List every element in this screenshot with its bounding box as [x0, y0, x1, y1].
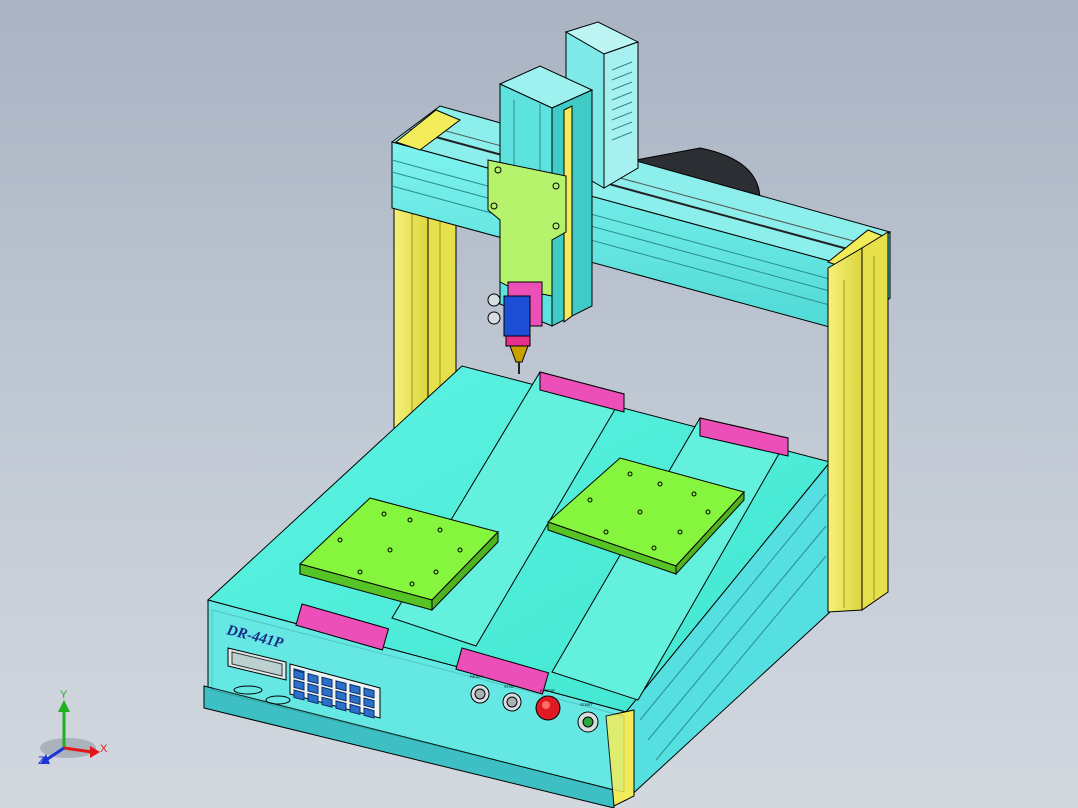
button-label-estop: E-STOP	[540, 688, 555, 693]
cad-scene[interactable]: DR-441P RESET STOP E-STOP START Y X Z	[0, 0, 1078, 808]
button-label-start: START	[580, 702, 593, 707]
button-label-reset: RESET	[470, 674, 484, 679]
coordinate-triad[interactable]: Y X Z	[38, 689, 108, 767]
triad-label-z: Z	[38, 755, 45, 767]
triad-label-x: X	[100, 743, 108, 755]
cad-viewport[interactable]: DR-441P RESET STOP E-STOP START Y X Z	[0, 0, 1078, 808]
gantry-beam	[390, 105, 892, 334]
button-label-stop: STOP	[504, 684, 515, 689]
right-gantry-post	[827, 231, 889, 613]
triad-label-y: Y	[60, 689, 68, 701]
dispensing-head	[487, 281, 543, 374]
